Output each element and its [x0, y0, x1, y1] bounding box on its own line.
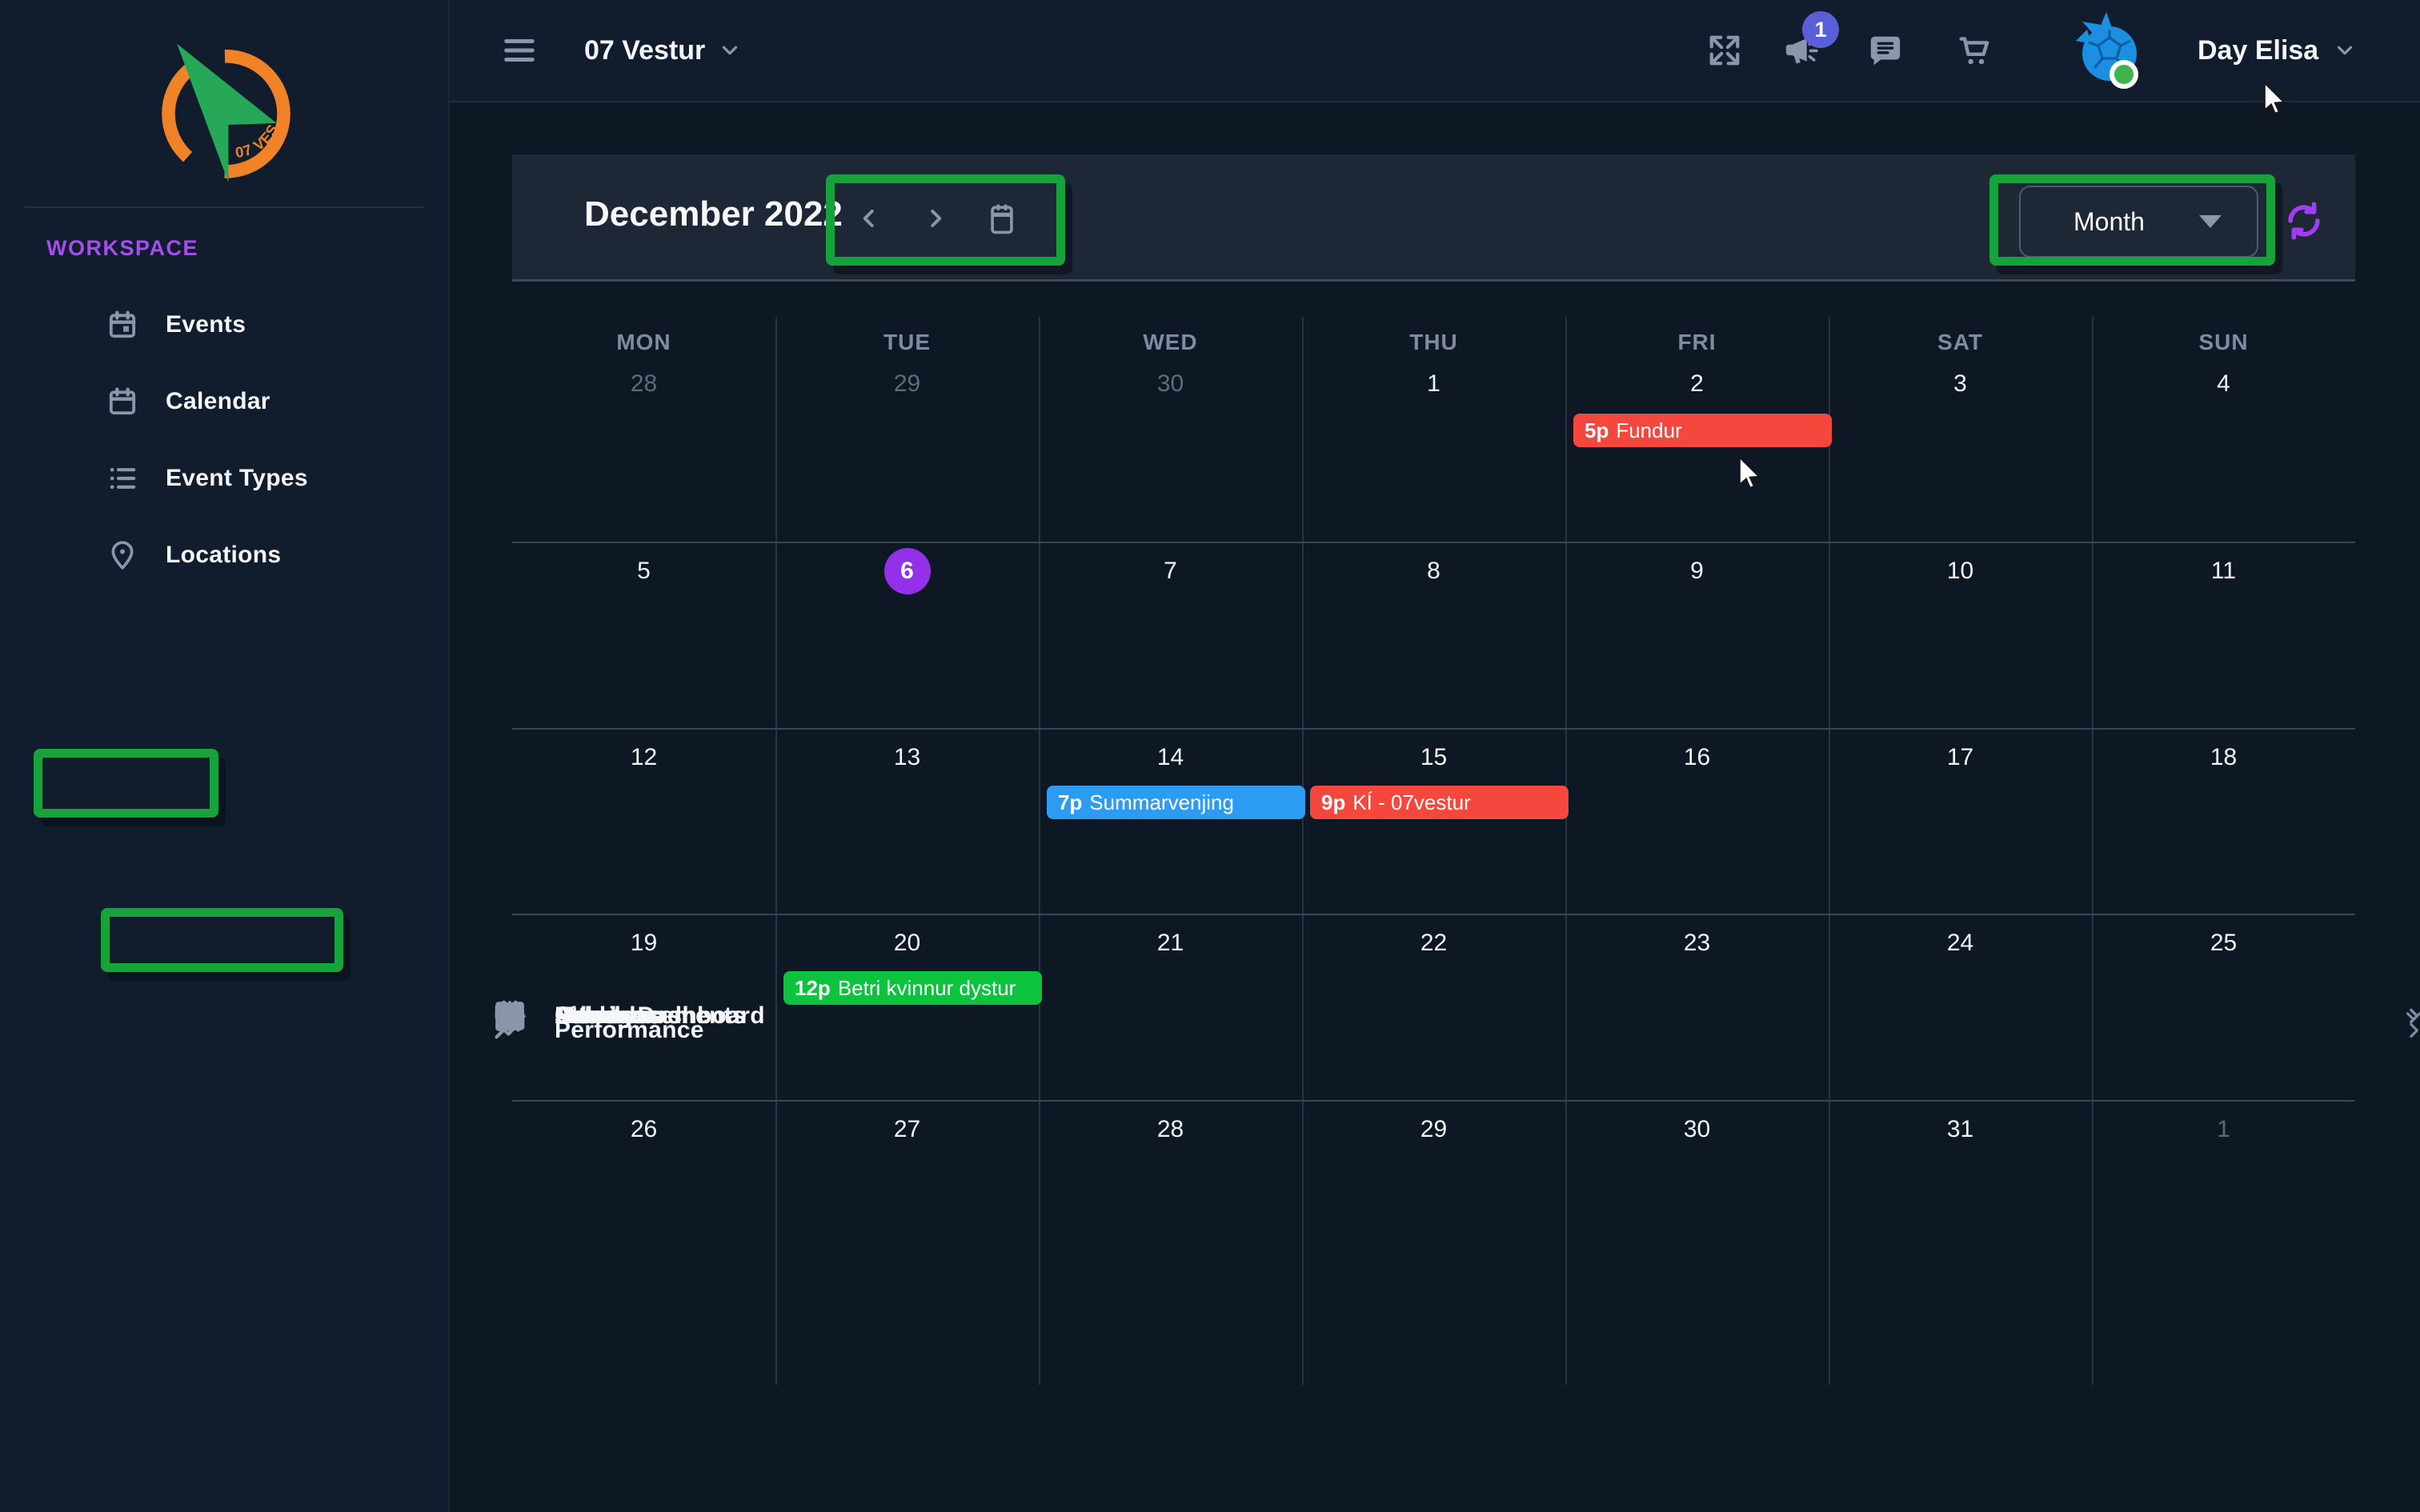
- hamburger-menu-button[interactable]: [501, 0, 538, 101]
- team-selector[interactable]: 07 Vestur: [584, 0, 742, 101]
- cart-icon: [1956, 32, 1993, 69]
- user-name: Day Elisa: [2198, 35, 2318, 66]
- messages-icon: [1866, 32, 1903, 69]
- hamburger-icon: [501, 32, 538, 69]
- topbar: 07 Vestur 1: [448, 0, 2420, 102]
- sidebar-divider: [24, 206, 424, 208]
- sidebar-item-label: Event Types: [166, 465, 308, 492]
- datepicker-button[interactable]: [976, 193, 1028, 244]
- messages-button[interactable]: [1866, 0, 1903, 101]
- notification-badge: 1: [1802, 11, 1839, 48]
- sidebar-section-label: WORKSPACE: [0, 210, 448, 286]
- event-calendar-icon: [106, 309, 138, 341]
- chevron-down-icon: [2333, 38, 2357, 62]
- view-selector-value: Month: [2073, 207, 2145, 237]
- sidebar-item-event-types[interactable]: Event Types: [0, 440, 448, 517]
- chevron-down-icon: [718, 38, 742, 62]
- sidebar-item-label: Locations: [166, 542, 281, 569]
- sidebar-item-label: Events: [166, 311, 246, 338]
- sidebar-item-label: Site: [555, 1002, 599, 1030]
- list-icon: [106, 462, 138, 494]
- club-logo[interactable]: 07 VESTUR: [152, 36, 300, 196]
- chevron-right-icon: [2402, 1004, 2420, 1028]
- prev-month-button[interactable]: [843, 193, 895, 244]
- sidebar: 07 VESTUR DashboardCalendarStoreManageWO…: [0, 0, 450, 1512]
- location-pin-icon: [106, 539, 138, 571]
- annotation-box-events: [34, 749, 218, 818]
- refresh-button[interactable]: [2282, 199, 2326, 242]
- sidebar-item-locations[interactable]: Locations: [0, 517, 448, 594]
- caret-down-icon: [2199, 215, 2222, 228]
- sidebar-item-calendar[interactable]: Calendar: [0, 363, 448, 440]
- calendar-toolbar: December 2022 Month: [512, 154, 2355, 282]
- club-avatar[interactable]: [2066, 0, 2143, 101]
- calendar-month-title: December 2022: [584, 194, 843, 234]
- team-name: 07 Vestur: [584, 35, 705, 66]
- sidebar-item-events[interactable]: Events: [0, 286, 448, 363]
- calendar-icon: [106, 386, 138, 418]
- globe-icon: [492, 998, 527, 1034]
- fullscreen-icon: [1706, 32, 1743, 69]
- fullscreen-button[interactable]: [1706, 0, 1743, 101]
- app-window: 07 VESTUR DashboardCalendarStoreManageWO…: [0, 0, 2420, 1512]
- sidebar-item-site[interactable]: Site: [448, 310, 2420, 1512]
- next-month-button[interactable]: [910, 193, 961, 244]
- user-menu[interactable]: Day Elisa: [2198, 0, 2357, 101]
- view-selector[interactable]: Month: [2019, 186, 2258, 258]
- sidebar-item-label: Calendar: [166, 388, 270, 415]
- cart-button[interactable]: [1956, 0, 1993, 101]
- sidebar-nav: DashboardCalendarStoreManageWORKSPACEAdm…: [0, 210, 448, 594]
- annotation-box-calendar: [101, 908, 343, 972]
